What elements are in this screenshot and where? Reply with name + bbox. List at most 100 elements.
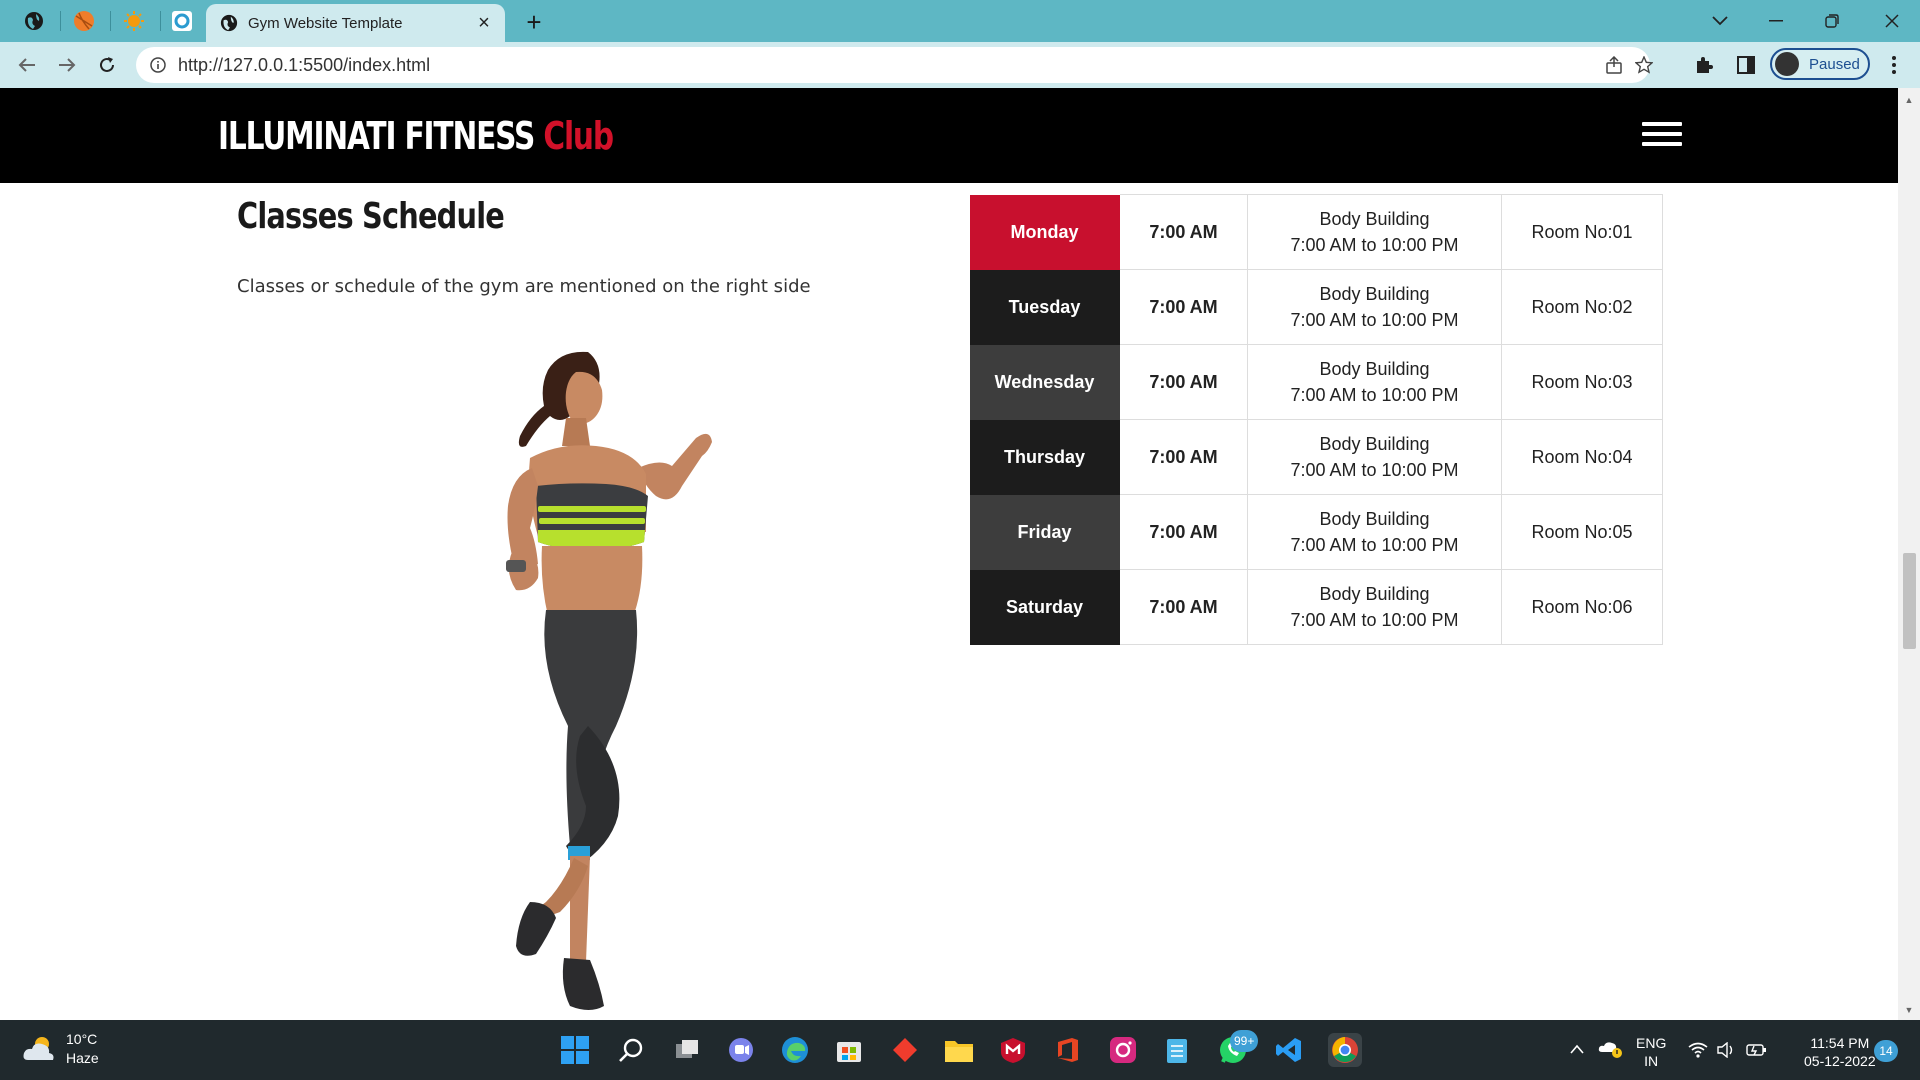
back-button[interactable] xyxy=(12,50,42,80)
globe-icon xyxy=(220,14,238,32)
onedrive-warning-icon[interactable] xyxy=(1598,1038,1624,1062)
brand-accent: Club xyxy=(543,114,614,158)
scrollbar-thumb[interactable] xyxy=(1903,553,1916,649)
schedule-room-cell: Room No:04 xyxy=(1501,419,1663,495)
schedule-room-cell: Room No:06 xyxy=(1501,569,1663,645)
pinned-tab-app[interactable] xyxy=(162,6,202,36)
schedule-table: Monday 7:00 AM Body Building 7:00 AM to 1… xyxy=(969,194,1663,645)
table-row: Wednesday 7:00 AM Body Building 7:00 AM t… xyxy=(969,344,1663,420)
task-view-icon[interactable] xyxy=(670,1033,704,1067)
pinned-tab-basketball[interactable] xyxy=(64,6,104,36)
address-bar[interactable]: http://127.0.0.1:5500/index.html xyxy=(136,47,1653,83)
clock-time: 11:54 PM xyxy=(1810,1035,1870,1051)
edge-browser-icon[interactable] xyxy=(778,1033,812,1067)
search-icon[interactable] xyxy=(614,1033,648,1067)
schedule-class-cell: Body Building 7:00 AM to 10:00 PM xyxy=(1247,344,1502,420)
pinned-tab-globe[interactable] xyxy=(14,6,54,36)
arrow-right-icon xyxy=(59,58,76,72)
runner-image xyxy=(506,351,712,1010)
close-tab-icon[interactable]: × xyxy=(473,12,495,34)
chrome-icon[interactable] xyxy=(1328,1033,1362,1067)
anydesk-icon[interactable] xyxy=(888,1033,922,1067)
weather-widget[interactable]: 10°C Haze xyxy=(22,1030,99,1068)
kebab-menu-icon[interactable] xyxy=(1882,53,1906,77)
table-row: Thursday 7:00 AM Body Building 7:00 AM to… xyxy=(969,419,1663,495)
reload-button[interactable] xyxy=(92,50,122,80)
class-name: Body Building xyxy=(1319,584,1430,604)
tab-separator xyxy=(110,11,111,31)
schedule-room-cell: Room No:02 xyxy=(1501,269,1663,345)
bookmark-star-icon[interactable] xyxy=(1632,53,1656,77)
notification-count-badge[interactable]: 14 xyxy=(1874,1040,1898,1062)
share-icon[interactable] xyxy=(1602,53,1626,77)
restore-button[interactable] xyxy=(1812,6,1852,36)
table-row: Tuesday 7:00 AM Body Building 7:00 AM to … xyxy=(969,269,1663,345)
office-icon[interactable] xyxy=(1050,1033,1084,1067)
schedule-day-cell: Thursday xyxy=(969,419,1120,495)
schedule-time-cell: 7:00 AM xyxy=(1119,194,1248,270)
tab-search-chevron-icon[interactable] xyxy=(1700,6,1740,36)
page-viewport: ILLUMINATI FITNESS Club Classes Schedule… xyxy=(0,88,1920,1020)
teams-chat-icon[interactable] xyxy=(724,1033,758,1067)
site-header: ILLUMINATI FITNESS Club xyxy=(0,88,1898,183)
new-tab-button[interactable]: + xyxy=(520,7,548,37)
class-hours: 7:00 AM to 10:00 PM xyxy=(1290,535,1459,555)
profile-paused-button[interactable]: Paused xyxy=(1770,48,1870,80)
schedule-class-cell: Body Building 7:00 AM to 10:00 PM xyxy=(1247,419,1502,495)
close-window-button[interactable] xyxy=(1872,6,1912,36)
extensions-puzzle-icon[interactable] xyxy=(1692,53,1716,77)
start-button[interactable] xyxy=(558,1033,592,1067)
language-indicator[interactable]: ENG IN xyxy=(1636,1034,1666,1070)
schedule-time-cell: 7:00 AM xyxy=(1119,269,1248,345)
wifi-icon[interactable] xyxy=(1688,1042,1708,1062)
info-icon[interactable] xyxy=(150,57,166,73)
file-explorer-icon[interactable] xyxy=(942,1033,976,1067)
schedule-room-cell: Room No:05 xyxy=(1501,494,1663,570)
language-code: ENG xyxy=(1636,1035,1667,1051)
side-panel-icon[interactable] xyxy=(1734,53,1758,77)
url-text[interactable]: http://127.0.0.1:5500/index.html xyxy=(178,55,430,76)
scroll-up-arrow-icon[interactable]: ▲ xyxy=(1898,92,1920,108)
profile-status-label: Paused xyxy=(1809,55,1860,73)
battery-icon[interactable] xyxy=(1746,1042,1768,1062)
site-logo[interactable]: ILLUMINATI FITNESS Club xyxy=(218,114,614,158)
weather-temperature: 10°C xyxy=(66,1031,98,1047)
notepad-icon[interactable] xyxy=(1160,1033,1194,1067)
system-clock[interactable]: 11:54 PM 05-12-2022 xyxy=(1804,1034,1876,1070)
class-name: Body Building xyxy=(1319,209,1430,229)
section-title: Classes Schedule xyxy=(237,196,505,237)
instagram-icon[interactable] xyxy=(1106,1033,1140,1067)
class-name: Body Building xyxy=(1319,509,1430,529)
windows-logo-icon xyxy=(561,1036,589,1064)
arrow-left-icon xyxy=(18,58,35,72)
class-hours: 7:00 AM to 10:00 PM xyxy=(1290,310,1459,330)
mcafee-icon[interactable] xyxy=(996,1033,1030,1067)
class-name: Body Building xyxy=(1319,359,1430,379)
schedule-time-cell: 7:00 AM xyxy=(1119,494,1248,570)
schedule-time-cell: 7:00 AM xyxy=(1119,344,1248,420)
app-tile-icon xyxy=(172,11,192,31)
cloudy-weather-icon xyxy=(23,1037,54,1060)
schedule-class-cell: Body Building 7:00 AM to 10:00 PM xyxy=(1247,569,1502,645)
schedule-day-cell: Tuesday xyxy=(969,269,1120,345)
tab-gym-website-template[interactable]: Gym Website Template × xyxy=(206,4,505,42)
hamburger-menu-icon[interactable] xyxy=(1642,122,1682,146)
table-row: Monday 7:00 AM Body Building 7:00 AM to 1… xyxy=(969,194,1663,270)
vscode-icon[interactable] xyxy=(1272,1033,1306,1067)
minimize-button[interactable] xyxy=(1756,6,1796,36)
show-hidden-icons-chevron-icon[interactable] xyxy=(1570,1040,1584,1058)
microsoft-store-icon[interactable] xyxy=(832,1033,866,1067)
schedule-room-cell: Room No:03 xyxy=(1501,344,1663,420)
volume-icon[interactable] xyxy=(1716,1041,1736,1062)
scroll-down-arrow-icon[interactable]: ▼ xyxy=(1898,1002,1920,1018)
tab-separator xyxy=(60,11,61,31)
table-row: Friday 7:00 AM Body Building 7:00 AM to 1… xyxy=(969,494,1663,570)
table-row: Saturday 7:00 AM Body Building 7:00 AM to… xyxy=(969,569,1663,645)
class-hours: 7:00 AM to 10:00 PM xyxy=(1290,460,1459,480)
avatar xyxy=(1775,52,1799,76)
browser-toolbar: http://127.0.0.1:5500/index.html Paused xyxy=(0,42,1920,88)
pinned-tab-sun[interactable] xyxy=(114,6,154,36)
forward-button[interactable] xyxy=(52,50,82,80)
clock-date: 05-12-2022 xyxy=(1804,1053,1876,1069)
sun-icon xyxy=(124,11,144,31)
